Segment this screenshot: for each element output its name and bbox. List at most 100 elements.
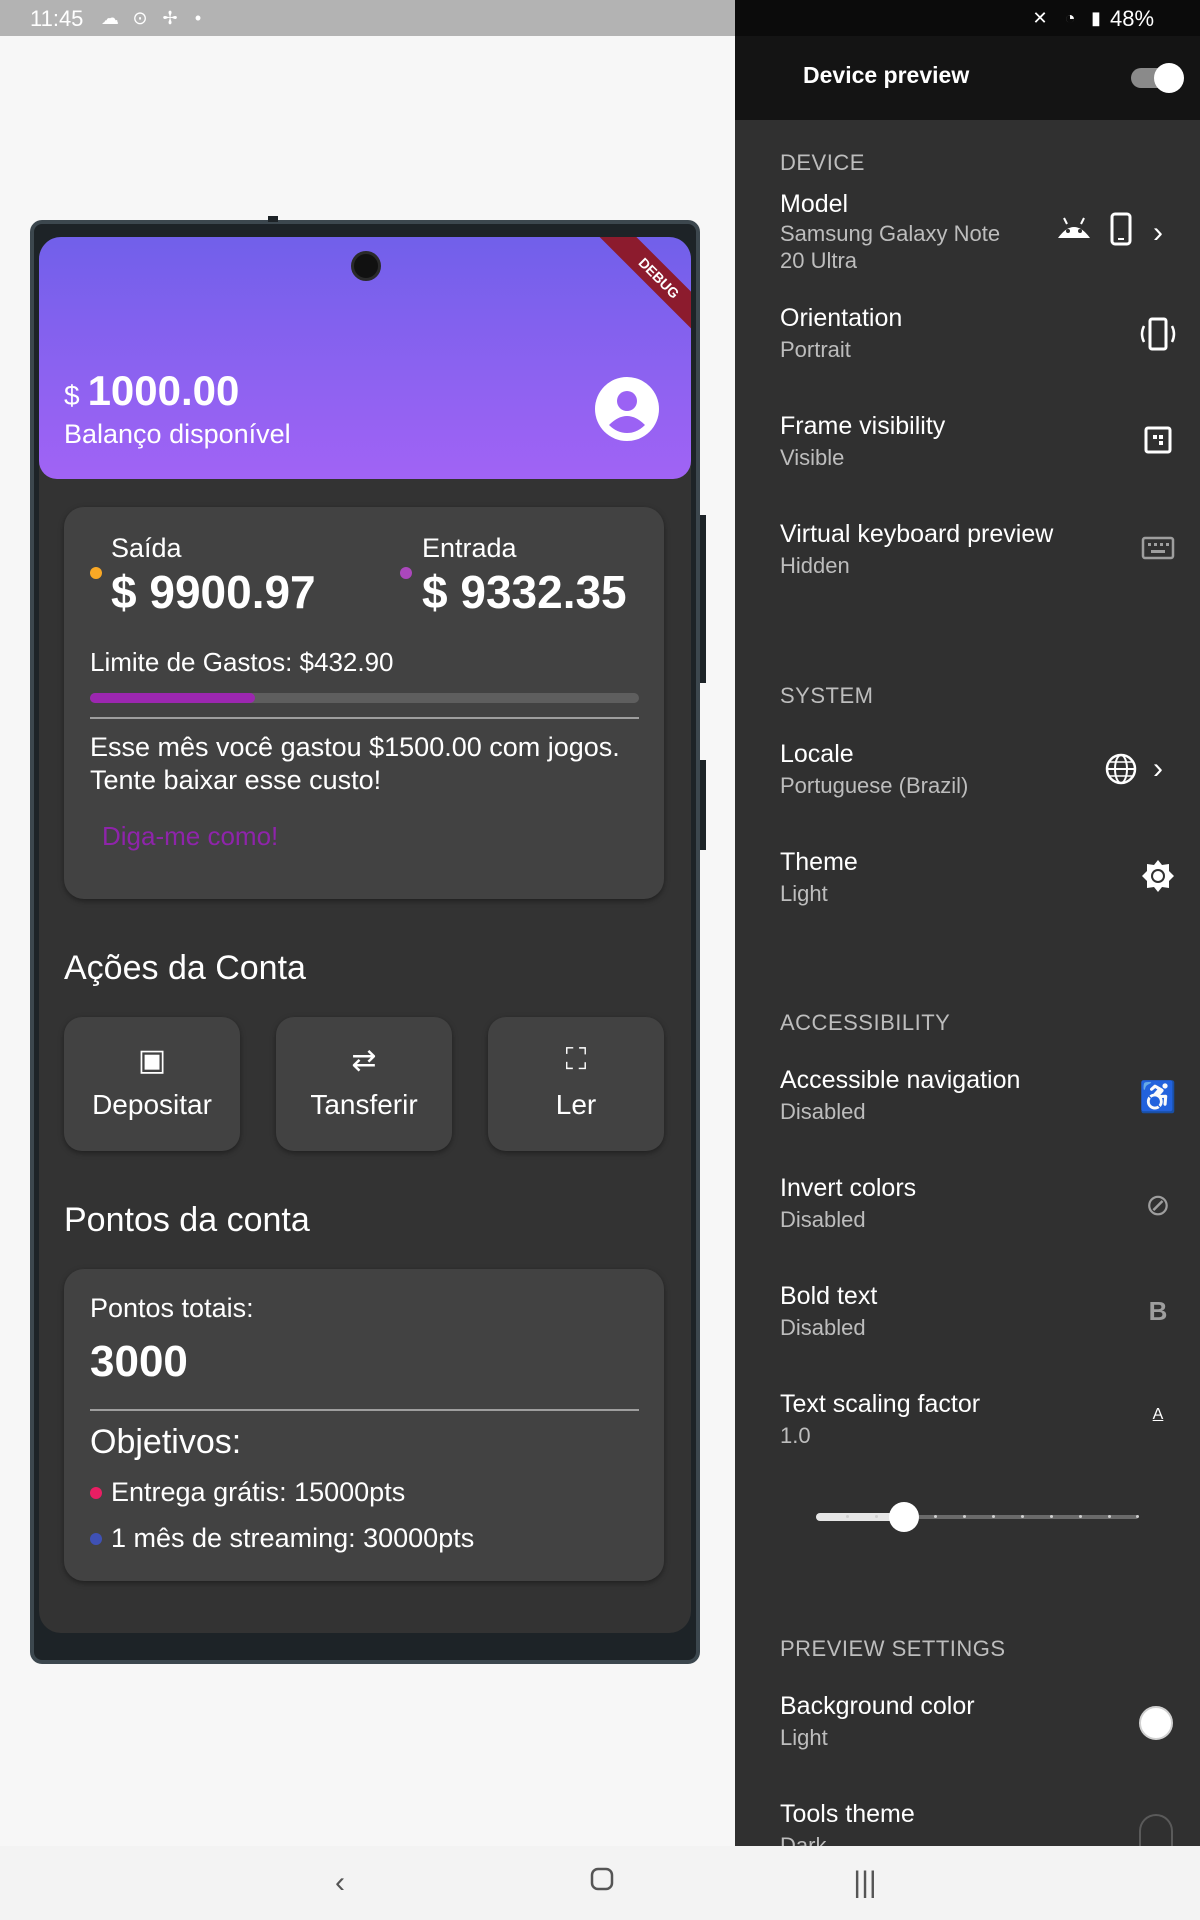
bold-icon[interactable]: B xyxy=(1138,1296,1178,1327)
slider-tick xyxy=(1136,1515,1139,1518)
section-accessibility: ACCESSIBILITY xyxy=(780,1010,951,1035)
actions-title: Ações da Conta xyxy=(64,949,306,987)
bold-text-subtitle: Disabled xyxy=(780,1315,866,1340)
spending-limit: Limite de Gastos: $432.90 xyxy=(90,647,394,677)
spending-message: Esse mês você gastou $1500.00 com jogos.… xyxy=(90,732,620,795)
text-scaling-subtitle: 1.0 xyxy=(780,1423,811,1448)
transfer-button[interactable]: ⇄ Tansferir xyxy=(276,1017,452,1151)
deposit-button[interactable]: ▣ Depositar xyxy=(64,1017,240,1151)
wallet-icon: ▣ xyxy=(137,1044,167,1077)
invert-colors-subtitle: Disabled xyxy=(780,1207,866,1232)
android-icon xyxy=(1054,214,1094,248)
goals-title: Objetivos: xyxy=(90,1423,242,1461)
globe-icon xyxy=(1101,752,1141,794)
text-scale-slider-thumb[interactable] xyxy=(889,1502,919,1532)
section-device: DEVICE xyxy=(780,150,865,175)
goal-dot xyxy=(90,1533,102,1545)
out-dot xyxy=(90,567,102,579)
points-title: Pontos da conta xyxy=(64,1201,310,1239)
accessible-icon[interactable]: ♿ xyxy=(1138,1080,1178,1115)
section-preview-settings: PREVIEW SETTINGS xyxy=(780,1636,1006,1661)
frame-icon[interactable] xyxy=(1138,424,1178,464)
in-amount: $ 9332.35 xyxy=(422,566,627,618)
summary-divider xyxy=(90,717,639,719)
accessible-navigation-subtitle: Disabled xyxy=(780,1099,866,1124)
device-screen: DEBUG $1000.00 Balanço disponível Saída … xyxy=(39,237,691,1633)
phone-icon xyxy=(1101,212,1141,254)
slider-tick xyxy=(1108,1515,1111,1518)
home-icon[interactable] xyxy=(572,1866,632,1900)
deposit-label: Depositar xyxy=(92,1089,212,1120)
section-system: SYSTEM xyxy=(780,683,874,708)
device-side-button xyxy=(700,515,706,683)
transfer-label: Tansferir xyxy=(310,1089,418,1120)
locale-title[interactable]: Locale xyxy=(780,740,854,769)
keyboard-preview-title[interactable]: Virtual keyboard preview xyxy=(780,520,1053,549)
theme-title[interactable]: Theme xyxy=(780,848,858,877)
orientation-subtitle: Portrait xyxy=(780,337,851,362)
cloud-icon: ☁ xyxy=(101,8,119,28)
tools-theme-swatch[interactable] xyxy=(1139,1814,1173,1846)
frame-visibility-title[interactable]: Frame visibility xyxy=(780,412,945,441)
recent-apps-icon[interactable]: ||| xyxy=(835,1866,895,1900)
invert-colors-off-icon[interactable]: ⊘ xyxy=(1138,1188,1178,1223)
points-divider xyxy=(90,1409,639,1411)
signal-icon: ▮ xyxy=(1091,8,1101,28)
background-color-swatch[interactable] xyxy=(1139,1706,1173,1740)
balance-label: Balanço disponível xyxy=(64,419,291,449)
text-scaling-title: Text scaling factor xyxy=(780,1390,981,1418)
brightness-icon[interactable] xyxy=(1138,858,1178,902)
keyboard-icon[interactable] xyxy=(1138,534,1178,568)
out-label: Saída xyxy=(111,533,182,563)
model-title[interactable]: Model xyxy=(780,190,848,219)
bold-text-title[interactable]: Bold text xyxy=(780,1282,877,1311)
slider-tick xyxy=(992,1515,995,1518)
balance-amount: $1000.00 xyxy=(64,367,239,415)
background-color-title[interactable]: Background color xyxy=(780,1692,975,1721)
tools-theme-subtitle: Dark xyxy=(780,1833,827,1846)
tools-theme-title[interactable]: Tools theme xyxy=(780,1800,915,1829)
slider-tick xyxy=(875,1515,878,1518)
slider-tick xyxy=(1021,1515,1024,1518)
currency-symbol: $ xyxy=(64,380,80,411)
sync-icon: ⊙ xyxy=(132,8,148,28)
chevron-right-icon[interactable]: › xyxy=(1138,216,1178,250)
balance-value: 1000.00 xyxy=(87,367,240,414)
accessible-navigation-title[interactable]: Accessible navigation xyxy=(780,1066,1020,1095)
model-subtitle: Samsung Galaxy Note 20 Ultra xyxy=(780,221,1001,273)
goal-dot xyxy=(90,1487,102,1499)
total-points-value: 3000 xyxy=(90,1337,188,1386)
in-dot xyxy=(400,567,412,579)
slider-tick xyxy=(1050,1515,1053,1518)
profile-avatar-icon[interactable] xyxy=(595,377,659,441)
slider-tick xyxy=(963,1515,966,1518)
mute-icon: ✕ xyxy=(1032,8,1048,28)
scan-label: Ler xyxy=(555,1089,597,1120)
scan-icon: ⛶ xyxy=(565,1043,587,1076)
screen-rotation-icon[interactable] xyxy=(1138,316,1178,360)
orientation-title[interactable]: Orientation xyxy=(780,304,902,333)
scan-button[interactable]: ⛶ Ler xyxy=(488,1017,664,1151)
tell-me-how-link[interactable]: Diga-me como! xyxy=(102,821,278,852)
status-time: 11:45 xyxy=(30,6,84,31)
back-icon[interactable]: ‹ xyxy=(310,1866,370,1900)
total-points-label: Pontos totais: xyxy=(90,1293,254,1323)
theme-subtitle: Light xyxy=(780,881,828,906)
slider-tick xyxy=(1079,1515,1082,1518)
slider-tick xyxy=(934,1515,937,1518)
device-top-button xyxy=(268,216,278,222)
slider-tick xyxy=(846,1515,849,1518)
locale-subtitle: Portuguese (Brazil) xyxy=(780,773,969,798)
limit-progress-fill xyxy=(90,693,255,703)
background-color-subtitle: Light xyxy=(780,1725,828,1750)
wifi-icon: ◔ xyxy=(1064,8,1076,28)
preview-toggle-knob[interactable] xyxy=(1154,63,1184,93)
goal-item: 1 mês de streaming: 30000pts xyxy=(111,1523,475,1553)
in-label: Entrada xyxy=(422,533,517,563)
invert-colors-title[interactable]: Invert colors xyxy=(780,1174,916,1203)
text-format-icon: A xyxy=(1152,1406,1164,1423)
keyboard-preview-subtitle: Hidden xyxy=(780,553,850,578)
chevron-right-icon[interactable]: › xyxy=(1138,752,1178,786)
dot-icon: • xyxy=(194,8,202,28)
battery-level: 48% xyxy=(1110,6,1155,31)
